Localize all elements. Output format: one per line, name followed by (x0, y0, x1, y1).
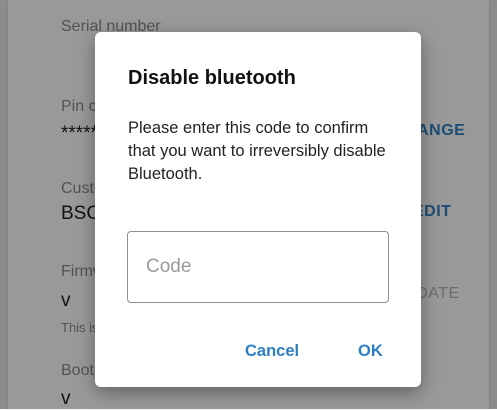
ok-button[interactable]: OK (358, 342, 383, 361)
dialog-message: Please enter this code to confirm that y… (128, 119, 386, 183)
cancel-button[interactable]: Cancel (245, 342, 299, 361)
disable-bluetooth-dialog: Disable bluetooth Please enter this code… (95, 32, 421, 387)
dialog-title: Disable bluetooth (128, 67, 296, 89)
code-input[interactable] (127, 231, 389, 303)
